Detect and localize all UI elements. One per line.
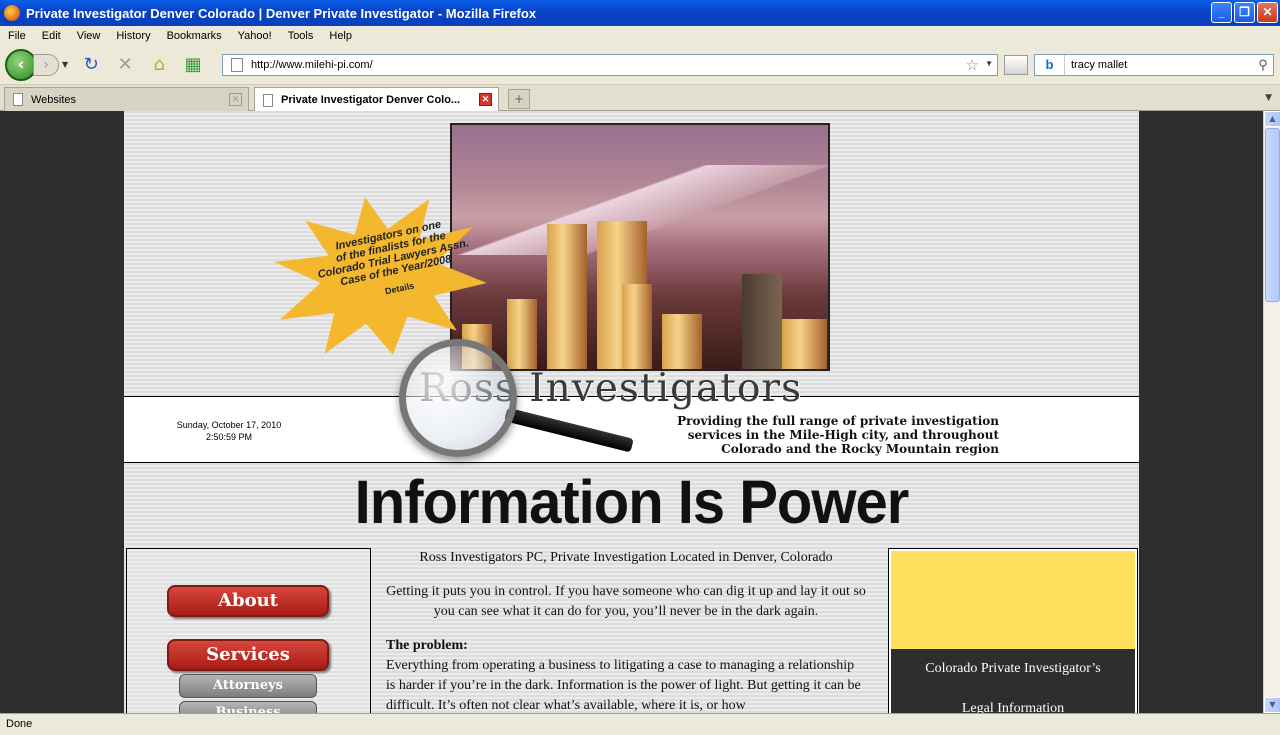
menu-yahoo[interactable]: Yahoo! (230, 30, 280, 42)
tab-close-icon[interactable]: ✕ (229, 93, 242, 106)
tab-label: Private Investigator Denver Colo... (281, 94, 461, 106)
minimize-button[interactable]: _ (1211, 2, 1232, 23)
firefox-icon (4, 5, 20, 21)
page-icon (231, 58, 243, 72)
addon-icon[interactable]: ▦ (181, 53, 205, 77)
search-box[interactable]: b tracy mallet ⚲ (1034, 54, 1274, 76)
tagline-line: Providing the full range of private inve… (677, 414, 999, 428)
menu-view[interactable]: View (69, 30, 109, 42)
headline: Information Is Power (354, 468, 910, 537)
nav-business-button[interactable]: Business (179, 701, 317, 713)
menu-file[interactable]: File (0, 30, 34, 42)
menu-edit[interactable]: Edit (34, 30, 69, 42)
close-button[interactable]: ✕ (1257, 2, 1278, 23)
menu-help[interactable]: Help (321, 30, 360, 42)
sidebar-link-pi[interactable]: Colorado Private Investigator’s (891, 659, 1135, 679)
scroll-down-icon[interactable]: ▼ (1264, 697, 1280, 713)
url-dropdown-icon[interactable]: ▼ (985, 59, 993, 68)
new-tab-button[interactable]: + (508, 89, 530, 109)
tab-websites[interactable]: Websites ✕ (4, 87, 249, 111)
forward-button[interactable]: › (33, 53, 59, 76)
main-heading: Ross Investigators PC, Private Investiga… (419, 550, 833, 565)
stop-icon[interactable]: ✕ (113, 53, 137, 77)
current-time: 2:50:59 PM (205, 432, 253, 442)
sidebar-link-legal[interactable]: Legal Information (891, 699, 1135, 713)
tagline-line: Colorado and the Rocky Mountain region (721, 442, 999, 456)
date-time: Sunday, October 17, 2010 2:50:59 PM (154, 419, 304, 443)
menu-tools[interactable]: Tools (280, 30, 322, 42)
tagline: Providing the full range of private inve… (677, 414, 999, 456)
bookmark-star-icon[interactable]: ☆ (966, 56, 979, 74)
magnifier-icon (399, 339, 517, 457)
menu-history[interactable]: History (108, 30, 158, 42)
restore-button[interactable]: ❐ (1234, 2, 1255, 23)
current-date: Sunday, October 17, 2010 (176, 420, 282, 430)
tab-page-icon (13, 93, 23, 106)
tab-bar: Websites ✕ Private Investigator Denver C… (0, 85, 1280, 112)
url-bar[interactable]: http://www.milehi-pi.com/ ☆ ▼ (222, 54, 998, 76)
nav-about-button[interactable]: About (167, 585, 329, 617)
right-sidebar: Colorado Private Investigator’s Legal In… (888, 548, 1138, 713)
home-icon[interactable]: ⌂ (147, 53, 171, 77)
intro-paragraph: Getting it puts you in control. If you h… (386, 584, 866, 619)
search-input[interactable]: tracy mallet (1065, 59, 1253, 71)
nav-attorneys-button[interactable]: Attorneys (179, 674, 317, 698)
tab-private-investigator[interactable]: Private Investigator Denver Colo... ✕ (254, 87, 499, 112)
reload-icon[interactable]: ↻ (79, 53, 103, 77)
status-bar: Done (0, 713, 1280, 735)
main-content: Ross Investigators PC, Private Investiga… (386, 548, 866, 713)
tab-page-icon (263, 93, 273, 107)
window-titlebar: Private Investigator Denver Colorado | D… (0, 0, 1280, 26)
tab-close-icon[interactable]: ✕ (479, 93, 492, 106)
status-text: Done (6, 718, 33, 730)
menu-bar: File Edit View History Bookmarks Yahoo! … (0, 26, 1280, 45)
problem-label: The problem: (386, 638, 468, 653)
tab-label: Websites (31, 93, 77, 106)
scroll-up-icon[interactable]: ▲ (1264, 111, 1280, 127)
nav-services-button[interactable]: Services (167, 639, 329, 671)
tab-list-icon[interactable]: ▼ (1265, 93, 1272, 103)
menu-bookmarks[interactable]: Bookmarks (159, 30, 230, 42)
history-dropdown-icon[interactable]: ▼ (62, 60, 68, 69)
problem-paragraph: Everything from operating a business to … (386, 658, 861, 713)
tagline-line: services in the Mile-High city, and thro… (687, 428, 999, 442)
denver-skyline-image (450, 123, 830, 371)
url-text[interactable]: http://www.milehi-pi.com/ (251, 59, 373, 71)
sidebar-links: Colorado Private Investigator’s Legal In… (891, 649, 1135, 713)
search-engine-icon[interactable]: b (1035, 55, 1065, 75)
vertical-scrollbar[interactable]: ▲ ▼ (1263, 111, 1280, 713)
web-page: Investigators on one of the finalists fo… (124, 111, 1139, 713)
left-nav: About Services Attorneys Business (126, 548, 371, 713)
search-icon[interactable]: ⚲ (1253, 57, 1273, 73)
window-title: Private Investigator Denver Colorado | D… (26, 5, 537, 21)
scroll-thumb[interactable] (1265, 128, 1280, 302)
feed-icon[interactable] (1004, 55, 1028, 75)
navigation-toolbar: ‹ › ▼ ↻ ✕ ⌂ ▦ http://www.milehi-pi.com/ … (0, 45, 1280, 85)
sidebar-banner (891, 551, 1135, 649)
page-viewport: Investigators on one of the finalists fo… (0, 111, 1263, 713)
